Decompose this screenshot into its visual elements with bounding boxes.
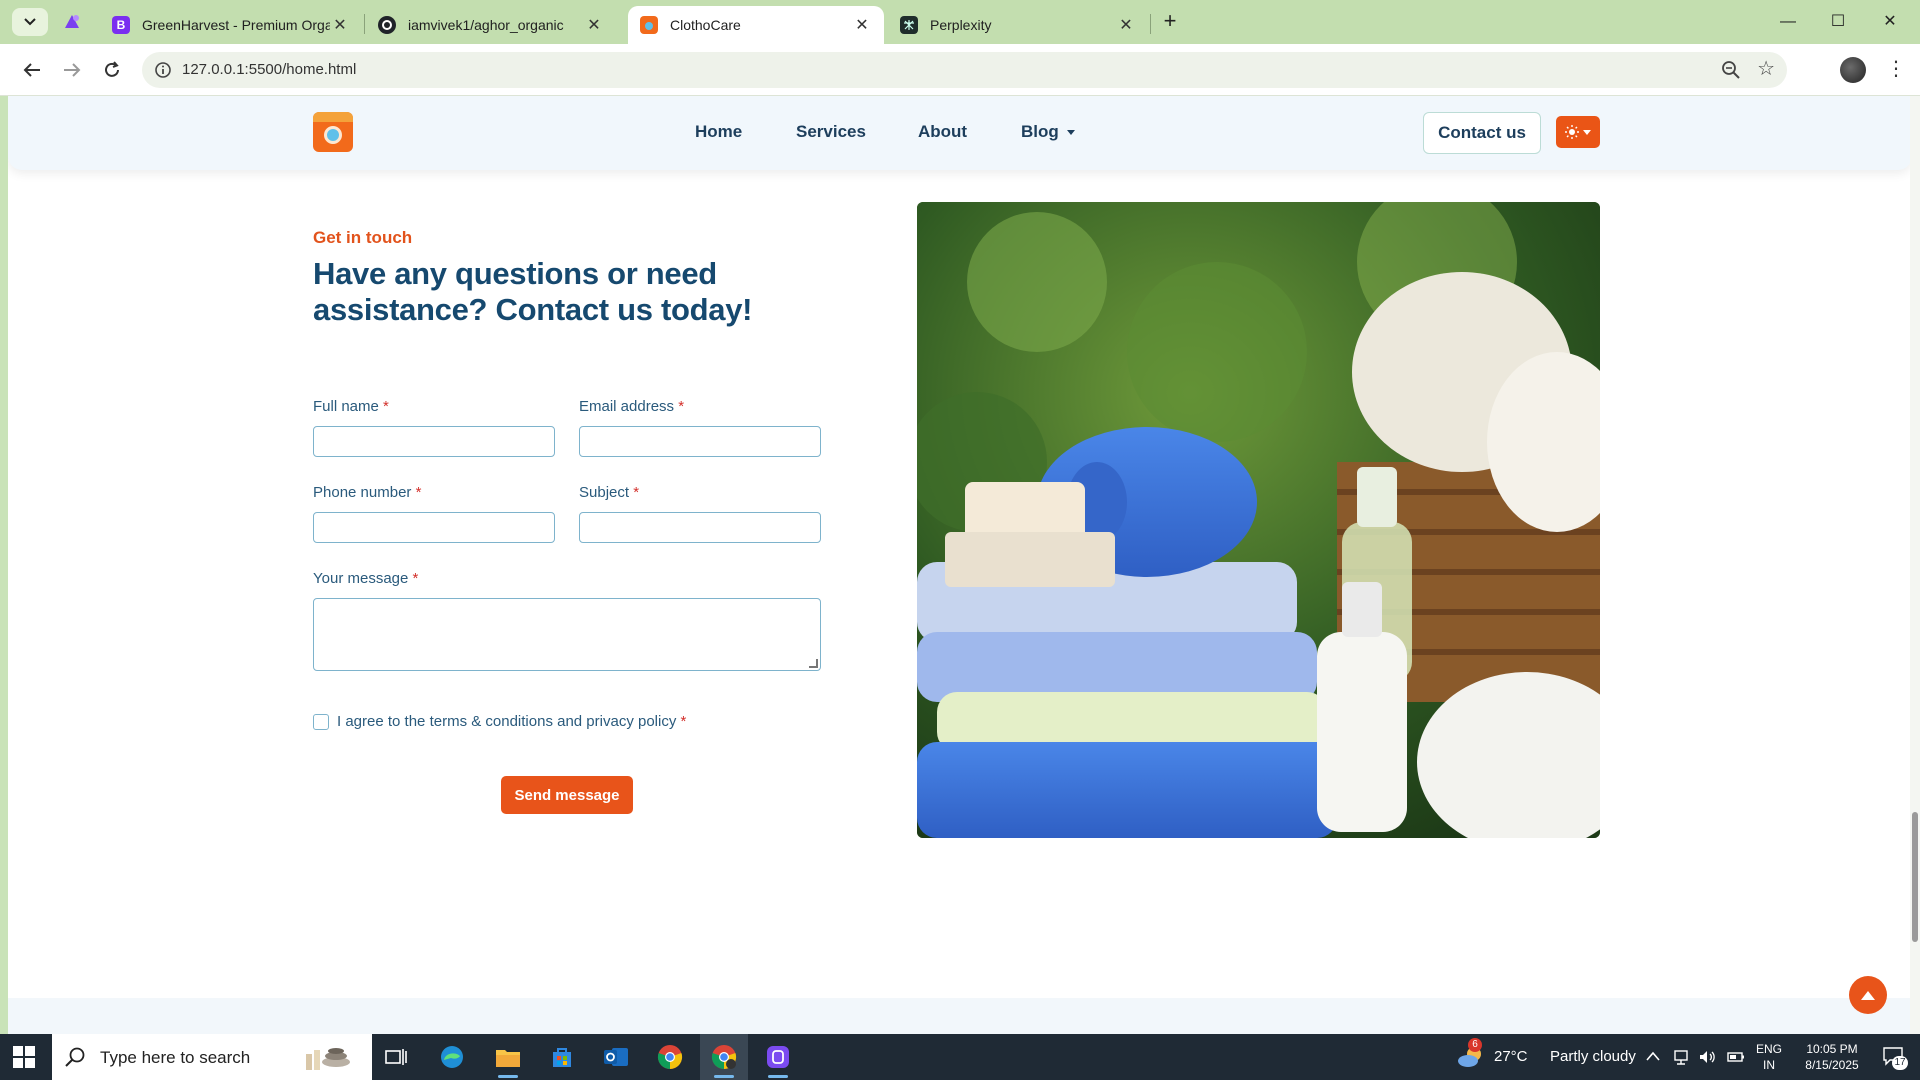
- subject-input[interactable]: [579, 512, 821, 543]
- tab-title: iamvivek1/aghor_organic: [408, 17, 564, 33]
- email-input[interactable]: [579, 426, 821, 457]
- url-text[interactable]: 127.0.0.1:5500/home.html: [182, 61, 356, 78]
- resize-grip-icon[interactable]: [809, 659, 818, 668]
- task-view-icon[interactable]: [372, 1034, 420, 1080]
- phone-label: Phone number *: [313, 484, 422, 501]
- send-message-button[interactable]: Send message: [501, 776, 633, 814]
- tab-title: GreenHarvest - Premium Organ: [142, 17, 330, 33]
- search-placeholder: Type here to search: [100, 1048, 251, 1067]
- arrow-up-icon: [1861, 991, 1875, 1000]
- terms-checkbox[interactable]: [313, 714, 329, 730]
- browser-menu-icon[interactable]: ⋮: [1886, 56, 1906, 84]
- full-name-label: Full name *: [313, 398, 389, 415]
- chrome-profile-icon[interactable]: [700, 1034, 748, 1080]
- perplexity-favicon-icon: [900, 16, 918, 34]
- subject-label: Subject *: [579, 484, 640, 501]
- forward-icon[interactable]: [58, 56, 86, 84]
- windows-start-icon[interactable]: [12, 1045, 36, 1069]
- clothocare-favicon-icon: [640, 16, 658, 34]
- close-tab-icon[interactable]: ✕: [584, 15, 604, 35]
- tab-clothocare[interactable]: ClothoCare ✕: [628, 6, 884, 44]
- weather-temp[interactable]: 27°C: [1494, 1048, 1528, 1065]
- contact-us-button[interactable]: Contact us: [1423, 112, 1541, 154]
- phone-input[interactable]: [313, 512, 555, 543]
- page-scrollbar[interactable]: [1910, 96, 1920, 1034]
- towels-photo: [917, 202, 1600, 838]
- clock[interactable]: 10:05 PM 8/15/2025: [1792, 1041, 1872, 1073]
- file-explorer-icon[interactable]: [484, 1034, 532, 1080]
- chrome-icon[interactable]: [646, 1034, 694, 1080]
- battery-icon[interactable]: [1726, 1048, 1744, 1066]
- sun-icon: [1565, 125, 1579, 139]
- message-textarea[interactable]: [313, 598, 821, 671]
- language-indicator[interactable]: ENG IN: [1754, 1041, 1784, 1073]
- taskbar-search[interactable]: Type here to search: [52, 1034, 372, 1080]
- site-info-icon[interactable]: [154, 61, 172, 79]
- tab-separator: [1150, 14, 1151, 34]
- tab-title: ClothoCare: [670, 17, 741, 33]
- tab-github[interactable]: iamvivek1/aghor_organic ✕: [366, 6, 616, 44]
- tab-search-button[interactable]: [12, 8, 48, 36]
- tab-greenharvest[interactable]: B GreenHarvest - Premium Organ ✕: [100, 6, 362, 44]
- edge-icon[interactable]: [428, 1034, 476, 1080]
- bookmark-star-icon[interactable]: ☆: [1757, 58, 1775, 80]
- nav-blog[interactable]: Blog: [1021, 122, 1075, 142]
- tab-separator: [364, 14, 365, 34]
- chevron-down-icon: [24, 18, 36, 26]
- weather-badge: 6: [1468, 1038, 1482, 1052]
- browser-toolbar: 127.0.0.1:5500/home.html ☆ ⋮: [0, 44, 1920, 96]
- weather-condition[interactable]: Partly cloudy: [1550, 1048, 1636, 1065]
- reload-icon[interactable]: [98, 56, 126, 84]
- app-purple-icon[interactable]: [754, 1034, 802, 1080]
- close-tab-icon[interactable]: ✕: [852, 15, 872, 35]
- section-headline: Have any questions or need assistance? C…: [313, 256, 753, 327]
- minimize-icon[interactable]: —: [1768, 8, 1808, 36]
- volume-icon[interactable]: [1698, 1048, 1716, 1066]
- caret-down-icon: [1583, 129, 1591, 135]
- taskbar: Type here to search 6 27°C Partly cloudy: [0, 1034, 1920, 1080]
- caret-down-icon: [1066, 130, 1075, 136]
- tab-title: Perplexity: [930, 17, 992, 33]
- theme-toggle-button[interactable]: [1556, 116, 1600, 148]
- close-tab-icon[interactable]: ✕: [1116, 15, 1136, 35]
- outlook-icon[interactable]: [592, 1034, 640, 1080]
- back-to-top-button[interactable]: [1849, 976, 1887, 1014]
- email-label: Email address *: [579, 398, 685, 415]
- pinned-extension-icon[interactable]: [62, 12, 82, 32]
- maximize-icon[interactable]: ☐: [1818, 8, 1858, 36]
- github-favicon-icon: [378, 16, 396, 34]
- microsoft-store-icon[interactable]: [538, 1034, 586, 1080]
- section-eyebrow: Get in touch: [313, 228, 413, 247]
- zoom-icon[interactable]: [1721, 60, 1741, 80]
- nav-blog-label: Blog: [1021, 122, 1059, 141]
- notifications-count: 17: [1892, 1056, 1908, 1070]
- back-icon[interactable]: [18, 56, 46, 84]
- address-bar[interactable]: 127.0.0.1:5500/home.html ☆: [142, 52, 1787, 88]
- tab-strip: B GreenHarvest - Premium Organ ✕ iamvive…: [0, 0, 1920, 44]
- site-header: Home Services About Blog Contact us: [8, 96, 1912, 170]
- nav-home[interactable]: Home: [695, 122, 742, 142]
- network-icon[interactable]: [1672, 1048, 1690, 1066]
- new-tab-plus-icon[interactable]: +: [1158, 10, 1182, 34]
- page-footer-strip: [8, 998, 1912, 1034]
- chevron-up-icon[interactable]: [1644, 1048, 1662, 1066]
- profile-avatar[interactable]: [1840, 57, 1866, 83]
- bootstrap-favicon-icon: B: [112, 16, 130, 34]
- nav-services[interactable]: Services: [796, 122, 866, 142]
- search-highlight-art-icon: [306, 1048, 350, 1070]
- close-window-icon[interactable]: ✕: [1870, 8, 1910, 36]
- tab-perplexity[interactable]: Perplexity ✕: [888, 6, 1148, 44]
- terms-label[interactable]: I agree to the terms & conditions and pr…: [337, 713, 686, 730]
- close-tab-icon[interactable]: ✕: [330, 15, 350, 35]
- search-icon: [65, 1047, 85, 1067]
- clothocare-logo[interactable]: [313, 112, 353, 152]
- message-label: Your message *: [313, 570, 419, 587]
- nav-about[interactable]: About: [918, 122, 967, 142]
- full-name-input[interactable]: [313, 426, 555, 457]
- page-viewport: Home Services About Blog Contact us Get …: [8, 96, 1912, 1034]
- scrollbar-thumb[interactable]: [1912, 812, 1918, 942]
